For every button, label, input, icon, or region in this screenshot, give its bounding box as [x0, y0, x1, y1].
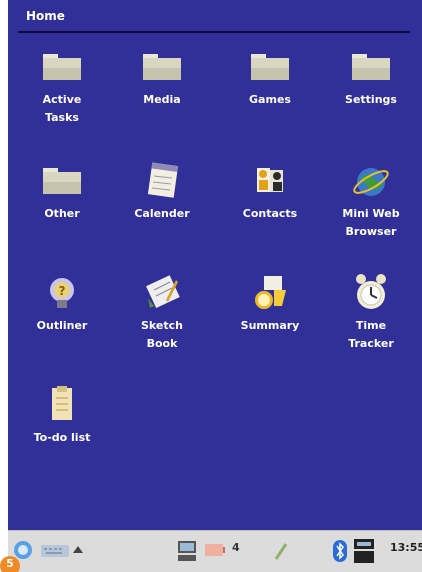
input-method-arrow-icon[interactable]	[72, 541, 84, 560]
app-label: Games	[249, 93, 291, 106]
app-contacts[interactable]: Contacts	[220, 158, 320, 223]
corner-badge: 5	[0, 556, 20, 572]
keyboard-icon[interactable]	[40, 541, 70, 563]
folder-icon	[140, 44, 184, 88]
app-summary[interactable]: Summary	[220, 270, 320, 335]
label-line: Sketch	[140, 319, 183, 332]
clipboard-icon	[40, 382, 84, 426]
app-games[interactable]: Games	[220, 44, 320, 109]
app-mini-web-browser[interactable]: Mini Web Browser	[321, 158, 421, 241]
summary-icon	[248, 270, 292, 314]
app-label: Media	[143, 93, 181, 106]
folder-icon	[40, 158, 84, 202]
wifi-card-icon[interactable]	[352, 537, 376, 569]
contacts-icon	[248, 158, 292, 202]
label-line: Browser	[345, 225, 397, 238]
app-label: Time Tracker	[321, 317, 421, 353]
label-line: Mini Web	[342, 207, 400, 220]
alarm-clock-icon	[349, 270, 393, 314]
app-label: Sketch Book	[112, 317, 212, 353]
battery-icon[interactable]	[204, 541, 226, 563]
app-label: Summary	[240, 319, 300, 332]
lightbulb-icon: ?	[40, 270, 84, 314]
indicator-count: 4	[232, 541, 240, 554]
app-label: Settings	[345, 93, 397, 106]
label-line: Active	[42, 93, 82, 106]
app-sketch-book[interactable]: Sketch Book	[112, 270, 212, 353]
taskbar: 4 13:55	[8, 530, 422, 572]
globe-icon	[349, 158, 393, 202]
sketchbook-icon	[140, 270, 184, 314]
folder-icon	[40, 44, 84, 88]
app-outliner[interactable]: ? Outliner	[12, 270, 112, 335]
app-label: To-do list	[33, 431, 91, 444]
app-settings[interactable]: Settings	[321, 44, 421, 109]
app-label: Outliner	[36, 319, 88, 332]
app-other[interactable]: Other	[12, 158, 112, 223]
folder-icon	[349, 44, 393, 88]
app-active-tasks[interactable]: Active Tasks	[12, 44, 112, 127]
header-divider	[18, 31, 410, 33]
label-line: Book	[146, 337, 178, 350]
app-label: Other	[44, 207, 80, 220]
app-label: Calender	[134, 207, 190, 220]
desktop: Home Active Tasks Media Games Settings O…	[8, 0, 422, 530]
app-calender[interactable]: Calender	[112, 158, 212, 223]
label-line: Tracker	[348, 337, 394, 350]
app-time-tracker[interactable]: Time Tracker	[321, 270, 421, 353]
app-label: Active Tasks	[12, 91, 112, 127]
folder-icon	[248, 44, 292, 88]
bluetooth-icon[interactable]	[332, 539, 348, 567]
label-line: Time	[355, 319, 387, 332]
app-label: Contacts	[242, 207, 298, 220]
network-icon[interactable]	[176, 539, 198, 567]
app-label: Mini Web Browser	[321, 205, 421, 241]
app-to-do-list[interactable]: To-do list	[12, 382, 112, 447]
calendar-icon	[140, 158, 184, 202]
svg-text:?: ?	[59, 284, 66, 298]
stylus-icon[interactable]	[272, 541, 290, 565]
page-title: Home	[26, 9, 65, 23]
clock: 13:55	[390, 541, 422, 554]
screen: Home Active Tasks Media Games Settings O…	[0, 0, 422, 572]
app-media[interactable]: Media	[112, 44, 212, 109]
label-line: Tasks	[45, 111, 79, 124]
